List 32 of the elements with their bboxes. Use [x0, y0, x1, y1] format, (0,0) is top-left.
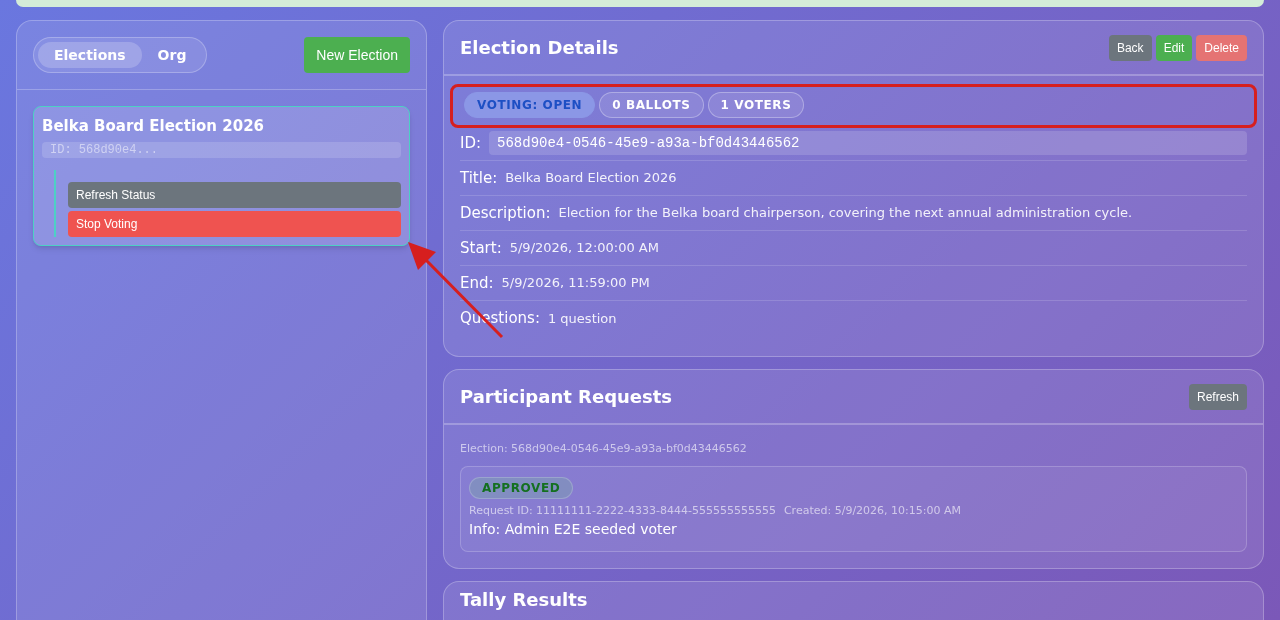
field-value: 1 question	[547, 309, 617, 328]
election-title: Belka Board Election 2026	[42, 116, 265, 137]
field-label: End:	[460, 272, 494, 294]
section-title: Election Details	[460, 35, 619, 60]
tab[interactable]: Org	[141, 42, 203, 68]
field-value: 568d90e4-0546-45e9-a93a-bf0d43446562	[489, 131, 1247, 155]
request-info: Info: Admin E2E seeded voter	[469, 520, 678, 539]
status-badge: APPROVED	[469, 476, 574, 499]
request-id: Request ID: 11111111-2222-4333-8444-555555555555	[469, 502, 776, 519]
status-badge: 0 BALLOTS	[599, 92, 704, 118]
election-reference: Election: 568d90e4-0546-45e9-a93a-bf0d43446562	[460, 441, 748, 457]
action-button[interactable]: Stop Voting	[68, 210, 401, 237]
field-label: Start:	[460, 237, 502, 259]
field-label: Title:	[460, 167, 498, 189]
status-badge: VOTING: OPEN	[464, 92, 596, 118]
field-label: ID:	[460, 132, 482, 154]
toolbar-button[interactable]: Delete	[1196, 34, 1247, 61]
field-value: Belka Board Election 2026	[505, 169, 677, 188]
field-value: 5/9/2026, 11:59:00 PM	[501, 274, 650, 293]
new-election-button[interactable]: New Election	[304, 37, 410, 73]
toolbar-button[interactable]: Edit	[1155, 34, 1193, 61]
toolbar-button[interactable]: Back	[1108, 34, 1152, 61]
status-badge: 1 VOTERS	[707, 92, 805, 118]
created-date: Created: 5/9/2026, 10:15:00 AM	[783, 502, 961, 519]
action-button[interactable]: Refresh Status	[68, 181, 401, 208]
refresh-button[interactable]: Refresh	[1188, 383, 1247, 410]
field-value: Election for the Belka board chairperson, covering the next annual administration cycle.	[558, 204, 1133, 223]
field-value: 5/9/2026, 12:00:00 AM	[509, 239, 659, 258]
tab[interactable]: Elections	[38, 42, 142, 68]
field-label: Description:	[460, 202, 551, 224]
section-title: Participant Requests	[460, 384, 673, 409]
section-title: Tally Results	[460, 588, 589, 612]
